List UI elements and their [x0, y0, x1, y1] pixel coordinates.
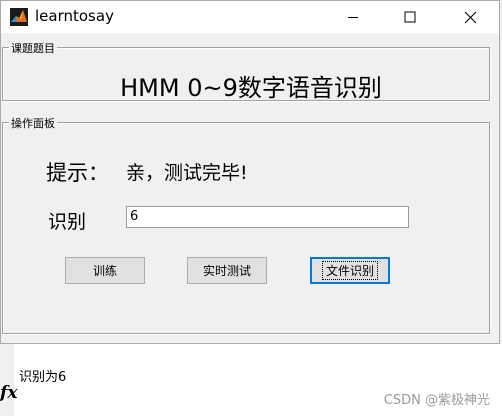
file-recognize-button[interactable]: 文件识别 [310, 257, 390, 284]
minimize-icon [348, 17, 358, 18]
hint-text: 亲，测试完毕! [126, 162, 248, 184]
hint-label: 提示： [46, 161, 109, 185]
window-title: learntosay [35, 7, 114, 25]
close-button[interactable] [447, 1, 493, 33]
maximize-icon [404, 11, 416, 23]
file-recognize-button-label: 文件识别 [321, 261, 378, 280]
train-button[interactable]: 训练 [65, 257, 145, 284]
live-test-button[interactable]: 实时测试 [187, 257, 267, 284]
console-output: 识别为6 [19, 370, 67, 385]
train-button-label: 训练 [92, 264, 117, 278]
project-title: HMM 0~9数字语音识别 [120, 74, 382, 102]
recognize-label: 识别 [48, 211, 87, 233]
minimize-button[interactable] [330, 1, 376, 33]
watermark: CSDN @紫极神光 [383, 393, 490, 408]
live-test-button-label: 实时测试 [202, 264, 251, 278]
fx-icon: fx [0, 383, 18, 403]
operations-panel-legend: 操作面板 [9, 115, 57, 131]
maximize-button[interactable] [387, 1, 433, 33]
topic-panel-legend: 课题题目 [9, 40, 57, 56]
recognize-result-field[interactable]: 6 [126, 206, 409, 228]
close-icon [464, 11, 476, 23]
matlab-icon [10, 8, 28, 26]
title-bar[interactable]: learntosay [1, 1, 499, 33]
